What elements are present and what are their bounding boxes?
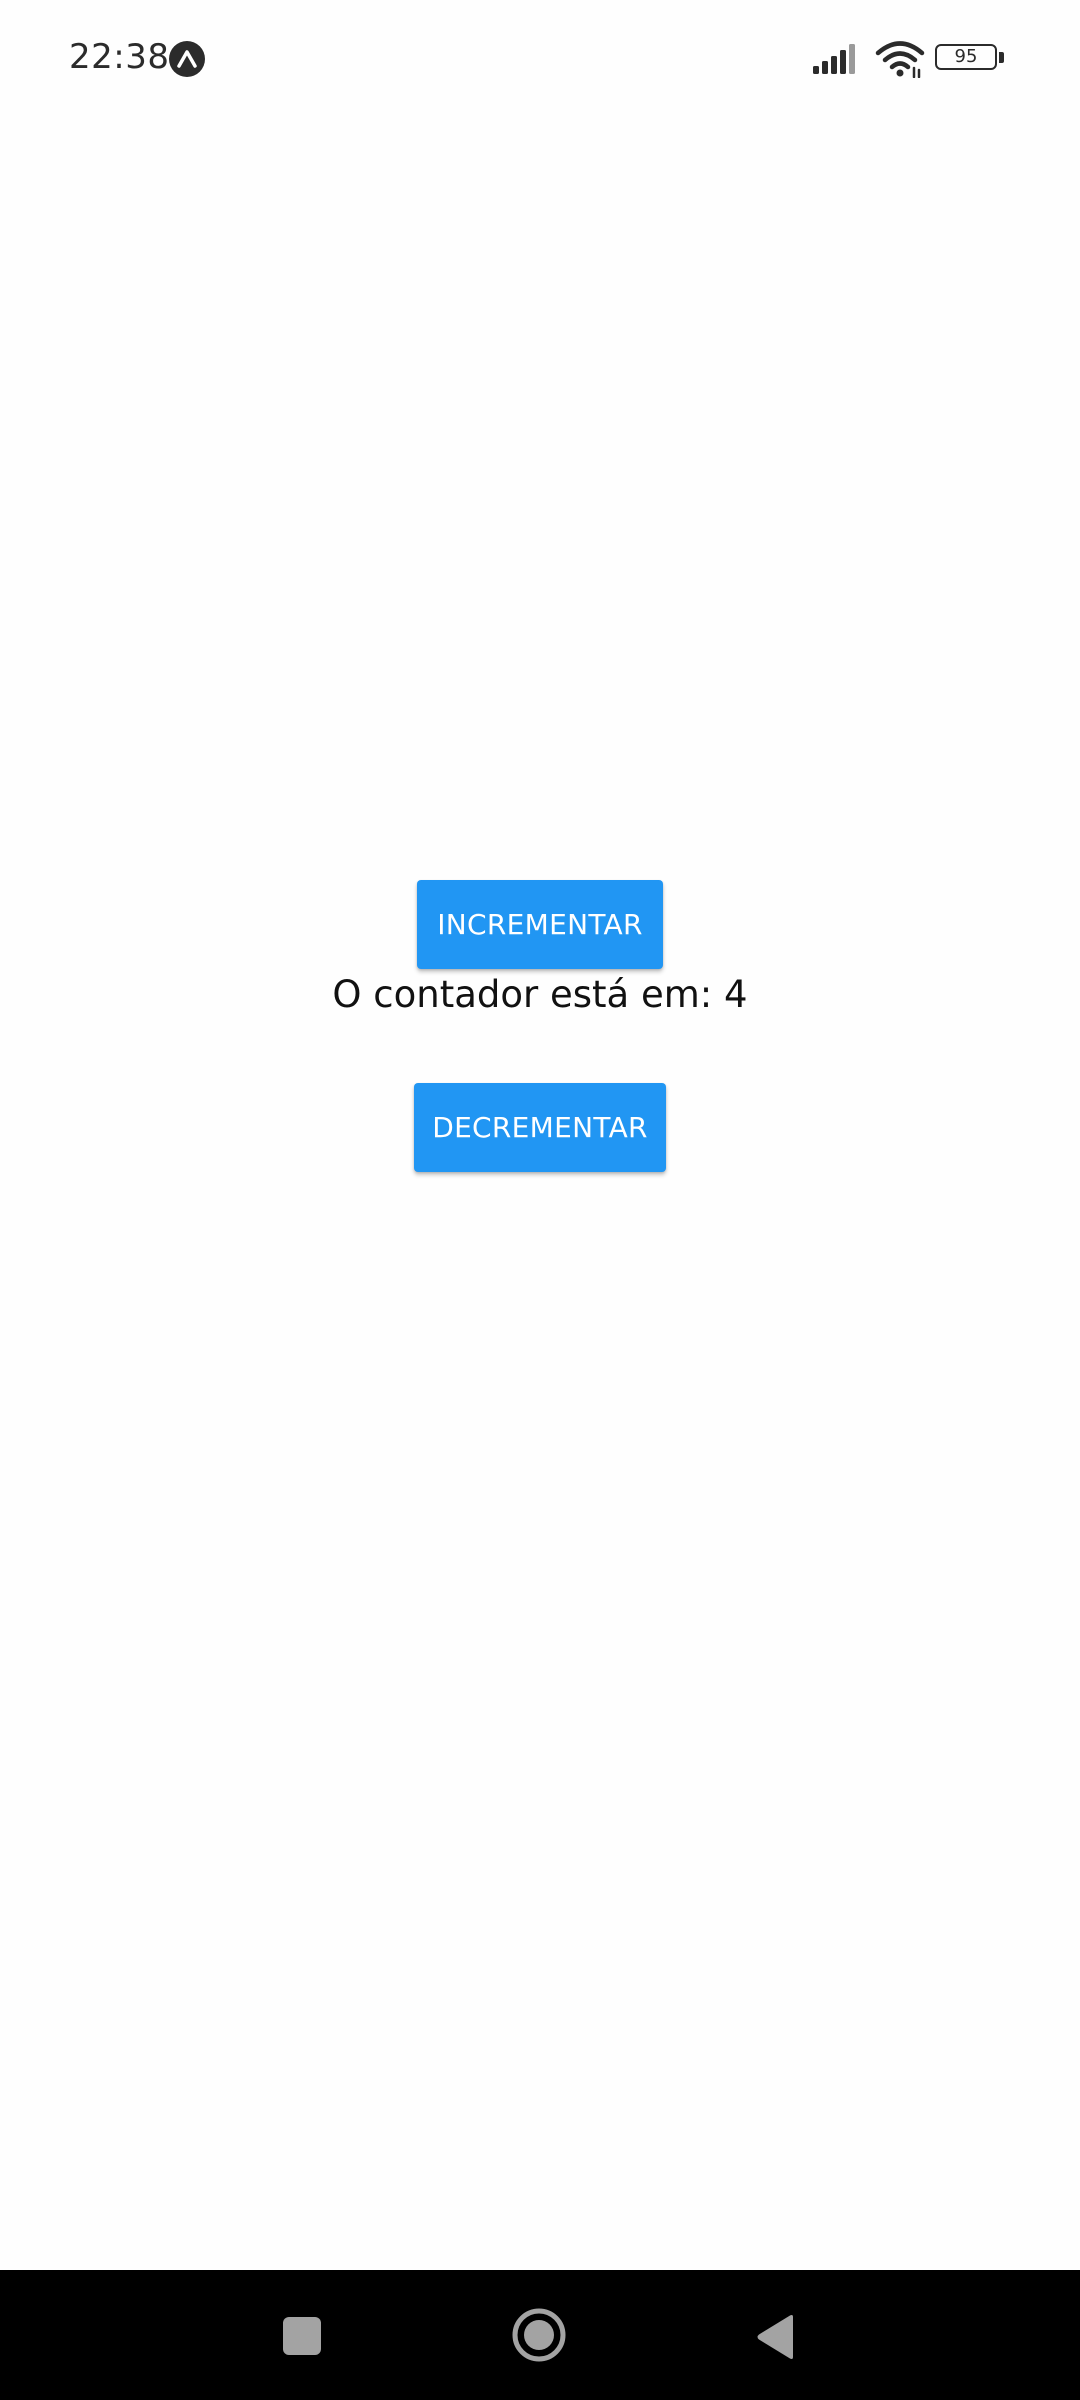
status-time: 22:38 <box>69 37 170 77</box>
increment-button[interactable]: INCREMENTAR <box>417 880 663 969</box>
main-content: INCREMENTAR O contador está em: 4 DECREM… <box>0 120 1080 2270</box>
circle-home-icon[interactable] <box>511 2307 567 2363</box>
status-bar: 22:38 95 <box>0 0 1080 120</box>
square-recents-icon[interactable] <box>283 2317 321 2355</box>
battery-cap <box>999 52 1004 63</box>
navigation-bar <box>0 2270 1080 2400</box>
expo-logo-icon <box>169 41 205 77</box>
triangle-back-icon[interactable] <box>755 2314 795 2360</box>
counter-text: O contador está em: 4 <box>332 973 748 1016</box>
battery-level: 95 <box>954 46 978 67</box>
battery-icon: 95 <box>935 44 1005 74</box>
cellular-signal-icon <box>813 44 855 74</box>
decrement-button[interactable]: DECREMENTAR <box>414 1083 666 1172</box>
wifi-icon <box>875 41 925 78</box>
